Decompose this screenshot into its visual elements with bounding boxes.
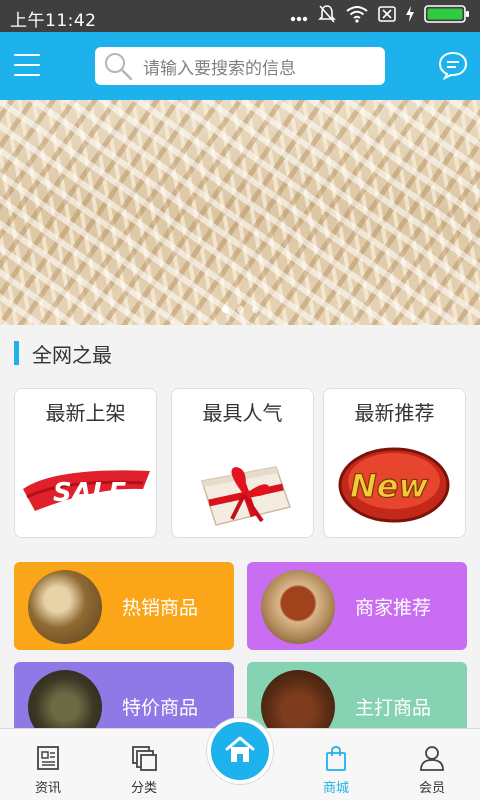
chat-bubble-icon [438, 51, 468, 84]
tile-hot-products[interactable]: 热销商品 [14, 562, 234, 650]
banner-dot[interactable] [221, 306, 229, 313]
search-box[interactable]: 请输入要搜索的信息 [95, 47, 385, 85]
nav-label: 会员 [418, 781, 445, 796]
nav-label: 分类 [130, 781, 157, 796]
battery-icon [424, 5, 470, 27]
banner-dot[interactable] [251, 306, 259, 313]
tile-label: 商家推荐 [355, 597, 432, 619]
nav-label: 商城 [322, 781, 349, 796]
search-icon [103, 51, 133, 81]
dried-herbs-image [28, 670, 102, 728]
charging-icon [406, 6, 414, 26]
more-dots-icon [290, 7, 308, 26]
nav-news[interactable]: 资讯 [0, 729, 96, 800]
nav-mall[interactable]: 商城 [288, 729, 384, 800]
user-icon [418, 744, 446, 772]
feature-card-new-arrivals[interactable]: 最新上架 SALE [14, 388, 157, 538]
shopping-bag-icon [322, 744, 350, 772]
mute-bell-icon [318, 4, 336, 28]
tile-label: 热销商品 [122, 597, 199, 619]
news-icon [34, 744, 62, 772]
message-button[interactable] [438, 50, 468, 81]
new-badge-icon: New [324, 437, 465, 532]
hamburger-menu-icon [14, 54, 42, 76]
status-bar: 上午11:42 [0, 0, 480, 32]
nav-label: 资讯 [34, 781, 61, 796]
menu-button[interactable] [14, 54, 42, 78]
seeds-image [261, 670, 335, 728]
sale-banner-icon: SALE [15, 437, 156, 532]
feature-title: 最具人气 [202, 401, 283, 425]
feature-card-recommended[interactable]: 最新推荐 New [323, 388, 466, 538]
status-time: 上午11:42 [10, 11, 97, 31]
tile-label: 特价商品 [122, 697, 199, 719]
search-placeholder: 请输入要搜索的信息 [143, 58, 296, 79]
no-sim-icon [378, 6, 396, 26]
tile-merchant-recommend[interactable]: 商家推荐 [247, 562, 467, 650]
tile-special-offer[interactable]: 特价商品 [14, 662, 234, 728]
feature-card-popular[interactable]: 最具人气 [171, 388, 314, 538]
tile-featured-products[interactable]: 主打商品 [247, 662, 467, 728]
section-title: 全网之最 [32, 343, 112, 367]
section-header: 全网之最 [0, 325, 480, 380]
svg-text:SALE: SALE [53, 478, 126, 508]
feature-title: 最新上架 [45, 401, 126, 425]
category-icon [130, 744, 158, 772]
app-header: 请输入要搜索的信息 [0, 32, 480, 100]
home-icon [224, 734, 256, 770]
banner-dot[interactable] [236, 306, 244, 313]
wifi-icon [346, 5, 368, 27]
gift-box-icon [172, 437, 313, 532]
herbs-image [28, 570, 102, 644]
status-icons [290, 4, 470, 28]
tile-label: 主打商品 [355, 697, 432, 719]
svg-text:New: New [350, 467, 428, 505]
nav-member[interactable]: 会员 [384, 729, 480, 800]
promo-banner[interactable] [0, 100, 480, 325]
feature-title: 最新推荐 [354, 401, 435, 425]
nav-category[interactable]: 分类 [96, 729, 192, 800]
section-accent-bar [14, 341, 19, 365]
banner-pagination [0, 306, 480, 313]
spice-bowl-image [261, 570, 335, 644]
home-button[interactable] [207, 718, 273, 784]
